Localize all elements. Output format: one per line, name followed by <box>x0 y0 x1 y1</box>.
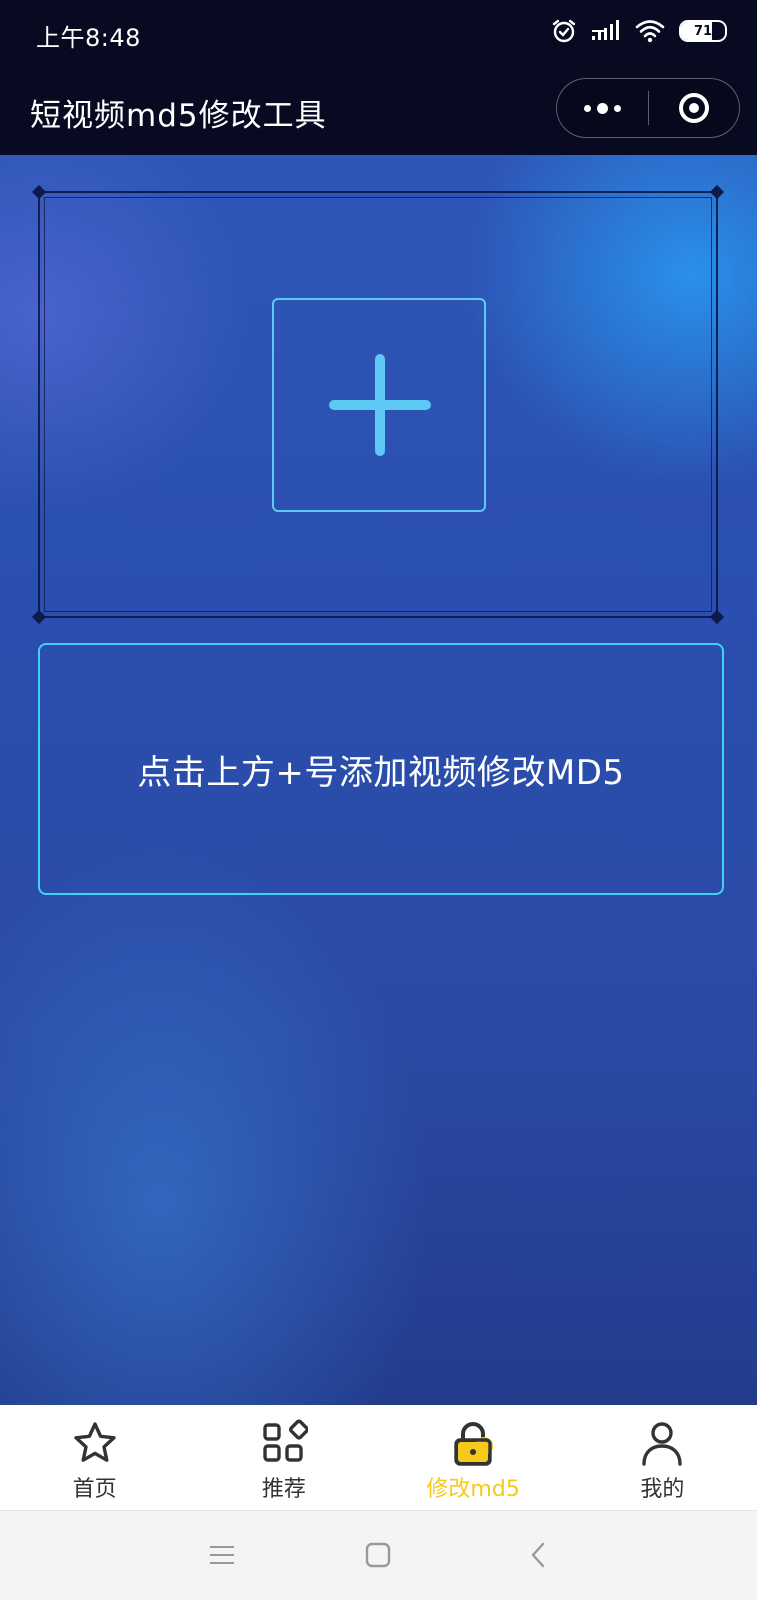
menu-button[interactable] <box>200 1533 244 1577</box>
home-button[interactable] <box>356 1533 400 1577</box>
tab-mine[interactable]: 我的 <box>568 1405 757 1510</box>
back-button[interactable] <box>516 1533 560 1577</box>
grid-icon <box>263 1419 308 1462</box>
frame-corner <box>31 609 47 625</box>
mini-program-capsule <box>556 78 740 138</box>
tab-modify-md5[interactable]: 修改md5 <box>379 1405 568 1510</box>
nav-bar: 短视频md5修改工具 <box>0 72 757 155</box>
lock-icon <box>454 1422 494 1466</box>
status-icons: 71 <box>551 18 727 44</box>
tab-label: 推荐 <box>261 1477 306 1502</box>
alarm-icon <box>552 19 576 43</box>
hint-panel: 点击上方+号添加视频修改MD5 <box>38 643 724 895</box>
battery-indicator: 71 <box>679 20 727 42</box>
star-icon <box>73 1422 116 1462</box>
target-icon <box>678 93 709 123</box>
menu-icon <box>210 1546 234 1564</box>
more-button[interactable] <box>557 79 648 137</box>
add-video-button[interactable] <box>272 298 486 512</box>
frame-corner <box>709 609 725 625</box>
tab-home[interactable]: 首页 <box>0 1405 189 1510</box>
tab-bar: 首页 推荐 修改md5 我的 <box>0 1405 757 1510</box>
tab-label: 修改md5 <box>426 1477 520 1502</box>
tab-label: 我的 <box>640 1477 685 1502</box>
status-time: 上午8:48 <box>36 24 141 52</box>
page-title: 短视频md5修改工具 <box>30 98 327 134</box>
back-chevron-icon <box>531 1542 545 1568</box>
hint-text: 点击上方+号添加视频修改MD5 <box>137 752 625 793</box>
system-nav-bar <box>0 1510 757 1600</box>
battery-level: 71 <box>693 23 713 39</box>
frame-corner <box>31 184 47 200</box>
main-content: 点击上方+号添加视频修改MD5 <box>0 155 757 1405</box>
frame-corner <box>709 184 725 200</box>
plus-icon <box>375 354 385 456</box>
wifi-icon <box>635 20 665 43</box>
square-icon <box>365 1542 391 1568</box>
tab-recommend[interactable]: 推荐 <box>189 1405 378 1510</box>
signal-icon <box>592 20 619 40</box>
close-mini-program-button[interactable] <box>649 79 740 137</box>
more-dots-icon <box>583 102 621 114</box>
upload-frame <box>31 184 725 625</box>
status-bar: 上午8:48 71 <box>0 0 757 72</box>
user-icon <box>642 1422 683 1466</box>
tab-label: 首页 <box>72 1477 117 1502</box>
